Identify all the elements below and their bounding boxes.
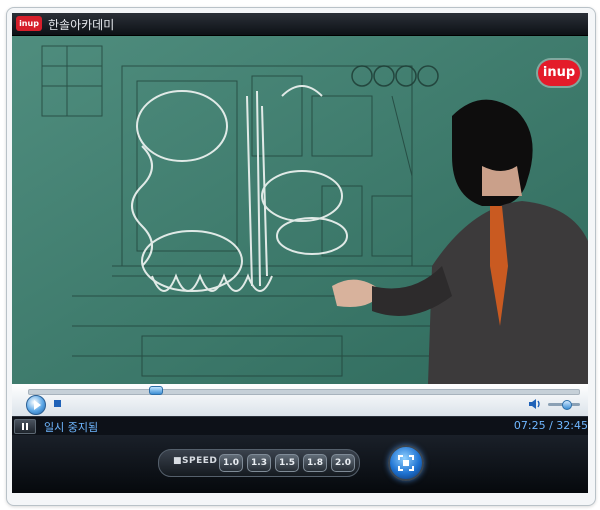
window-title: 한솔아카데미 bbox=[48, 18, 115, 32]
title-bar: inup 한솔아카데미 bbox=[12, 13, 588, 36]
fullscreen-icon bbox=[398, 455, 414, 471]
playback-state: 일시 중지됨 bbox=[44, 421, 99, 434]
play-button[interactable] bbox=[26, 395, 46, 415]
speaker-icon[interactable] bbox=[528, 397, 542, 411]
speed-button-1-5[interactable]: 1.5 bbox=[275, 454, 299, 472]
speed-button-1-8[interactable]: 1.8 bbox=[303, 454, 327, 472]
video-display[interactable]: inup bbox=[12, 36, 588, 384]
bottom-toolbar: ■SPEED 1.0 1.3 1.5 1.8 2.0 bbox=[12, 435, 588, 493]
speed-selector: ■SPEED 1.0 1.3 1.5 1.8 2.0 bbox=[158, 449, 360, 477]
seek-thumb[interactable] bbox=[148, 386, 163, 395]
time-readout: 07:25 / 32:45 bbox=[513, 419, 588, 432]
speed-button-2-0[interactable]: 2.0 bbox=[331, 454, 355, 472]
status-bar: 일시 중지됨 07:25 / 32:45 bbox=[12, 416, 588, 435]
broadcaster-logo-icon: inup bbox=[538, 60, 580, 86]
playback-controls bbox=[12, 384, 588, 416]
speed-label: ■SPEED bbox=[173, 456, 218, 466]
pause-icon[interactable] bbox=[14, 419, 36, 434]
fullscreen-button[interactable] bbox=[388, 445, 424, 481]
app-logo-icon: inup bbox=[16, 16, 42, 31]
speed-button-1-0[interactable]: 1.0 bbox=[219, 454, 243, 472]
stop-button[interactable] bbox=[54, 400, 61, 407]
lecture-frame-graphic bbox=[12, 36, 588, 384]
volume-thumb[interactable] bbox=[561, 400, 572, 410]
speed-button-1-3[interactable]: 1.3 bbox=[247, 454, 271, 472]
video-player: inup 한솔아카데미 inup 일시 중지됨 07:25 / 32:45 ■S… bbox=[12, 13, 588, 493]
seek-bar[interactable] bbox=[28, 389, 580, 395]
